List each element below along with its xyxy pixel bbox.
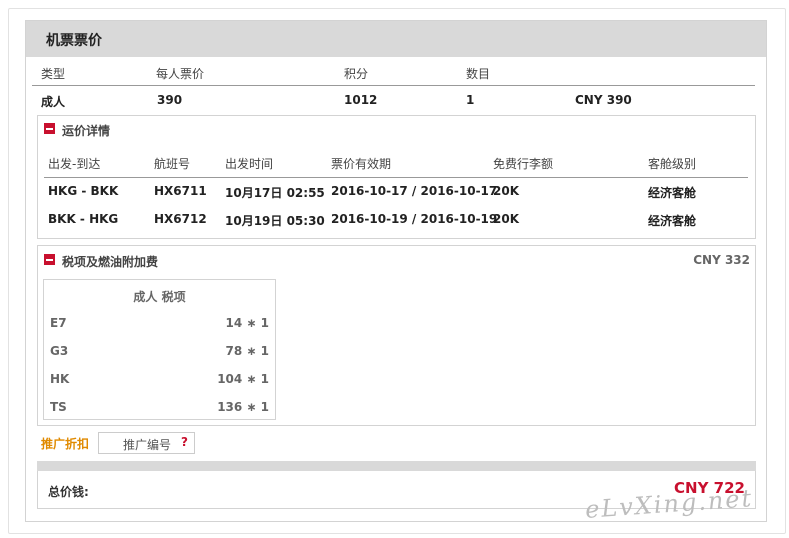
col-type-header: 类型	[41, 67, 66, 81]
taxes-box: 税项及燃油附加费 CNY 332 成人 税项 E7 14 ∗ 1 G3 78 ∗…	[37, 245, 756, 426]
fare-details-title[interactable]: 运价详情	[62, 122, 110, 139]
fare-total: CNY 390	[575, 93, 632, 107]
total-bar	[37, 461, 756, 471]
col-price-header: 每人票价	[156, 67, 205, 81]
cabin-class: 经济客舱	[648, 186, 697, 200]
detail-baggage-header: 免费行李额	[493, 157, 554, 171]
promo-label: 推广折扣	[41, 437, 90, 451]
col-count-header: 数目	[466, 67, 491, 81]
departure-time: 10月17日 02:55	[225, 186, 325, 200]
collapse-icon[interactable]	[44, 254, 55, 265]
taxes-title[interactable]: 税项及燃油附加费	[62, 253, 158, 270]
detail-validity-header: 票价有效期	[331, 157, 392, 171]
fare-validity: 2016-10-19 / 2016-10-19	[331, 212, 498, 226]
tax-value: 78 ∗ 1	[225, 344, 269, 358]
taxes-total: CNY 332	[693, 253, 750, 267]
tax-code: HK	[50, 372, 70, 386]
flight-number: HX6712	[154, 212, 207, 226]
collapse-icon[interactable]	[44, 123, 55, 134]
baggage-allowance: 20K	[493, 184, 519, 198]
divider	[44, 177, 748, 178]
divider	[32, 85, 755, 86]
flight-number: HX6711	[154, 184, 207, 198]
tax-code: E7	[50, 316, 67, 330]
detail-route-header: 出发-到达	[48, 157, 101, 171]
fare-count: 1	[466, 93, 475, 107]
tax-table-title: 成人 税项	[133, 290, 186, 304]
tax-code: TS	[50, 400, 67, 414]
fare-panel: 机票票价 类型 每人票价 积分 数目 成人 390 1012 1 CNY 390…	[25, 20, 767, 522]
route: BKK - HKG	[48, 212, 119, 226]
route: HKG - BKK	[48, 184, 119, 198]
tax-value: 136 ∗ 1	[217, 400, 269, 414]
departure-time: 10月19日 05:30	[225, 214, 325, 228]
panel-title: 机票票价	[46, 33, 102, 49]
help-icon[interactable]: ?	[181, 435, 188, 449]
fare-price: 390	[157, 93, 183, 107]
panel-header: 机票票价	[26, 21, 766, 57]
cabin-class: 经济客舱	[648, 214, 697, 228]
tax-code: G3	[50, 344, 69, 358]
promo-placeholder: 推广编号	[123, 438, 172, 452]
detail-cabin-header: 客舱级别	[648, 157, 697, 171]
detail-departure-header: 出发时间	[225, 157, 274, 171]
col-points-header: 积分	[344, 67, 369, 81]
fare-validity: 2016-10-17 / 2016-10-17	[331, 184, 498, 198]
detail-flight-header: 航班号	[154, 157, 191, 171]
promo-code-input[interactable]: 推广编号 ?	[98, 432, 195, 454]
tax-value: 14 ∗ 1	[225, 316, 269, 330]
total-label: 总价钱:	[48, 485, 89, 499]
fare-points: 1012	[344, 93, 378, 107]
adult-tax-table: 成人 税项 E7 14 ∗ 1 G3 78 ∗ 1 HK 104 ∗ 1 TS …	[43, 279, 276, 420]
tax-value: 104 ∗ 1	[217, 372, 269, 386]
baggage-allowance: 20K	[493, 212, 519, 226]
fare-details-box: 运价详情 出发-到达 航班号 出发时间 票价有效期 免费行李额 客舱级别 HKG…	[37, 115, 756, 239]
fare-type: 成人	[41, 95, 66, 109]
